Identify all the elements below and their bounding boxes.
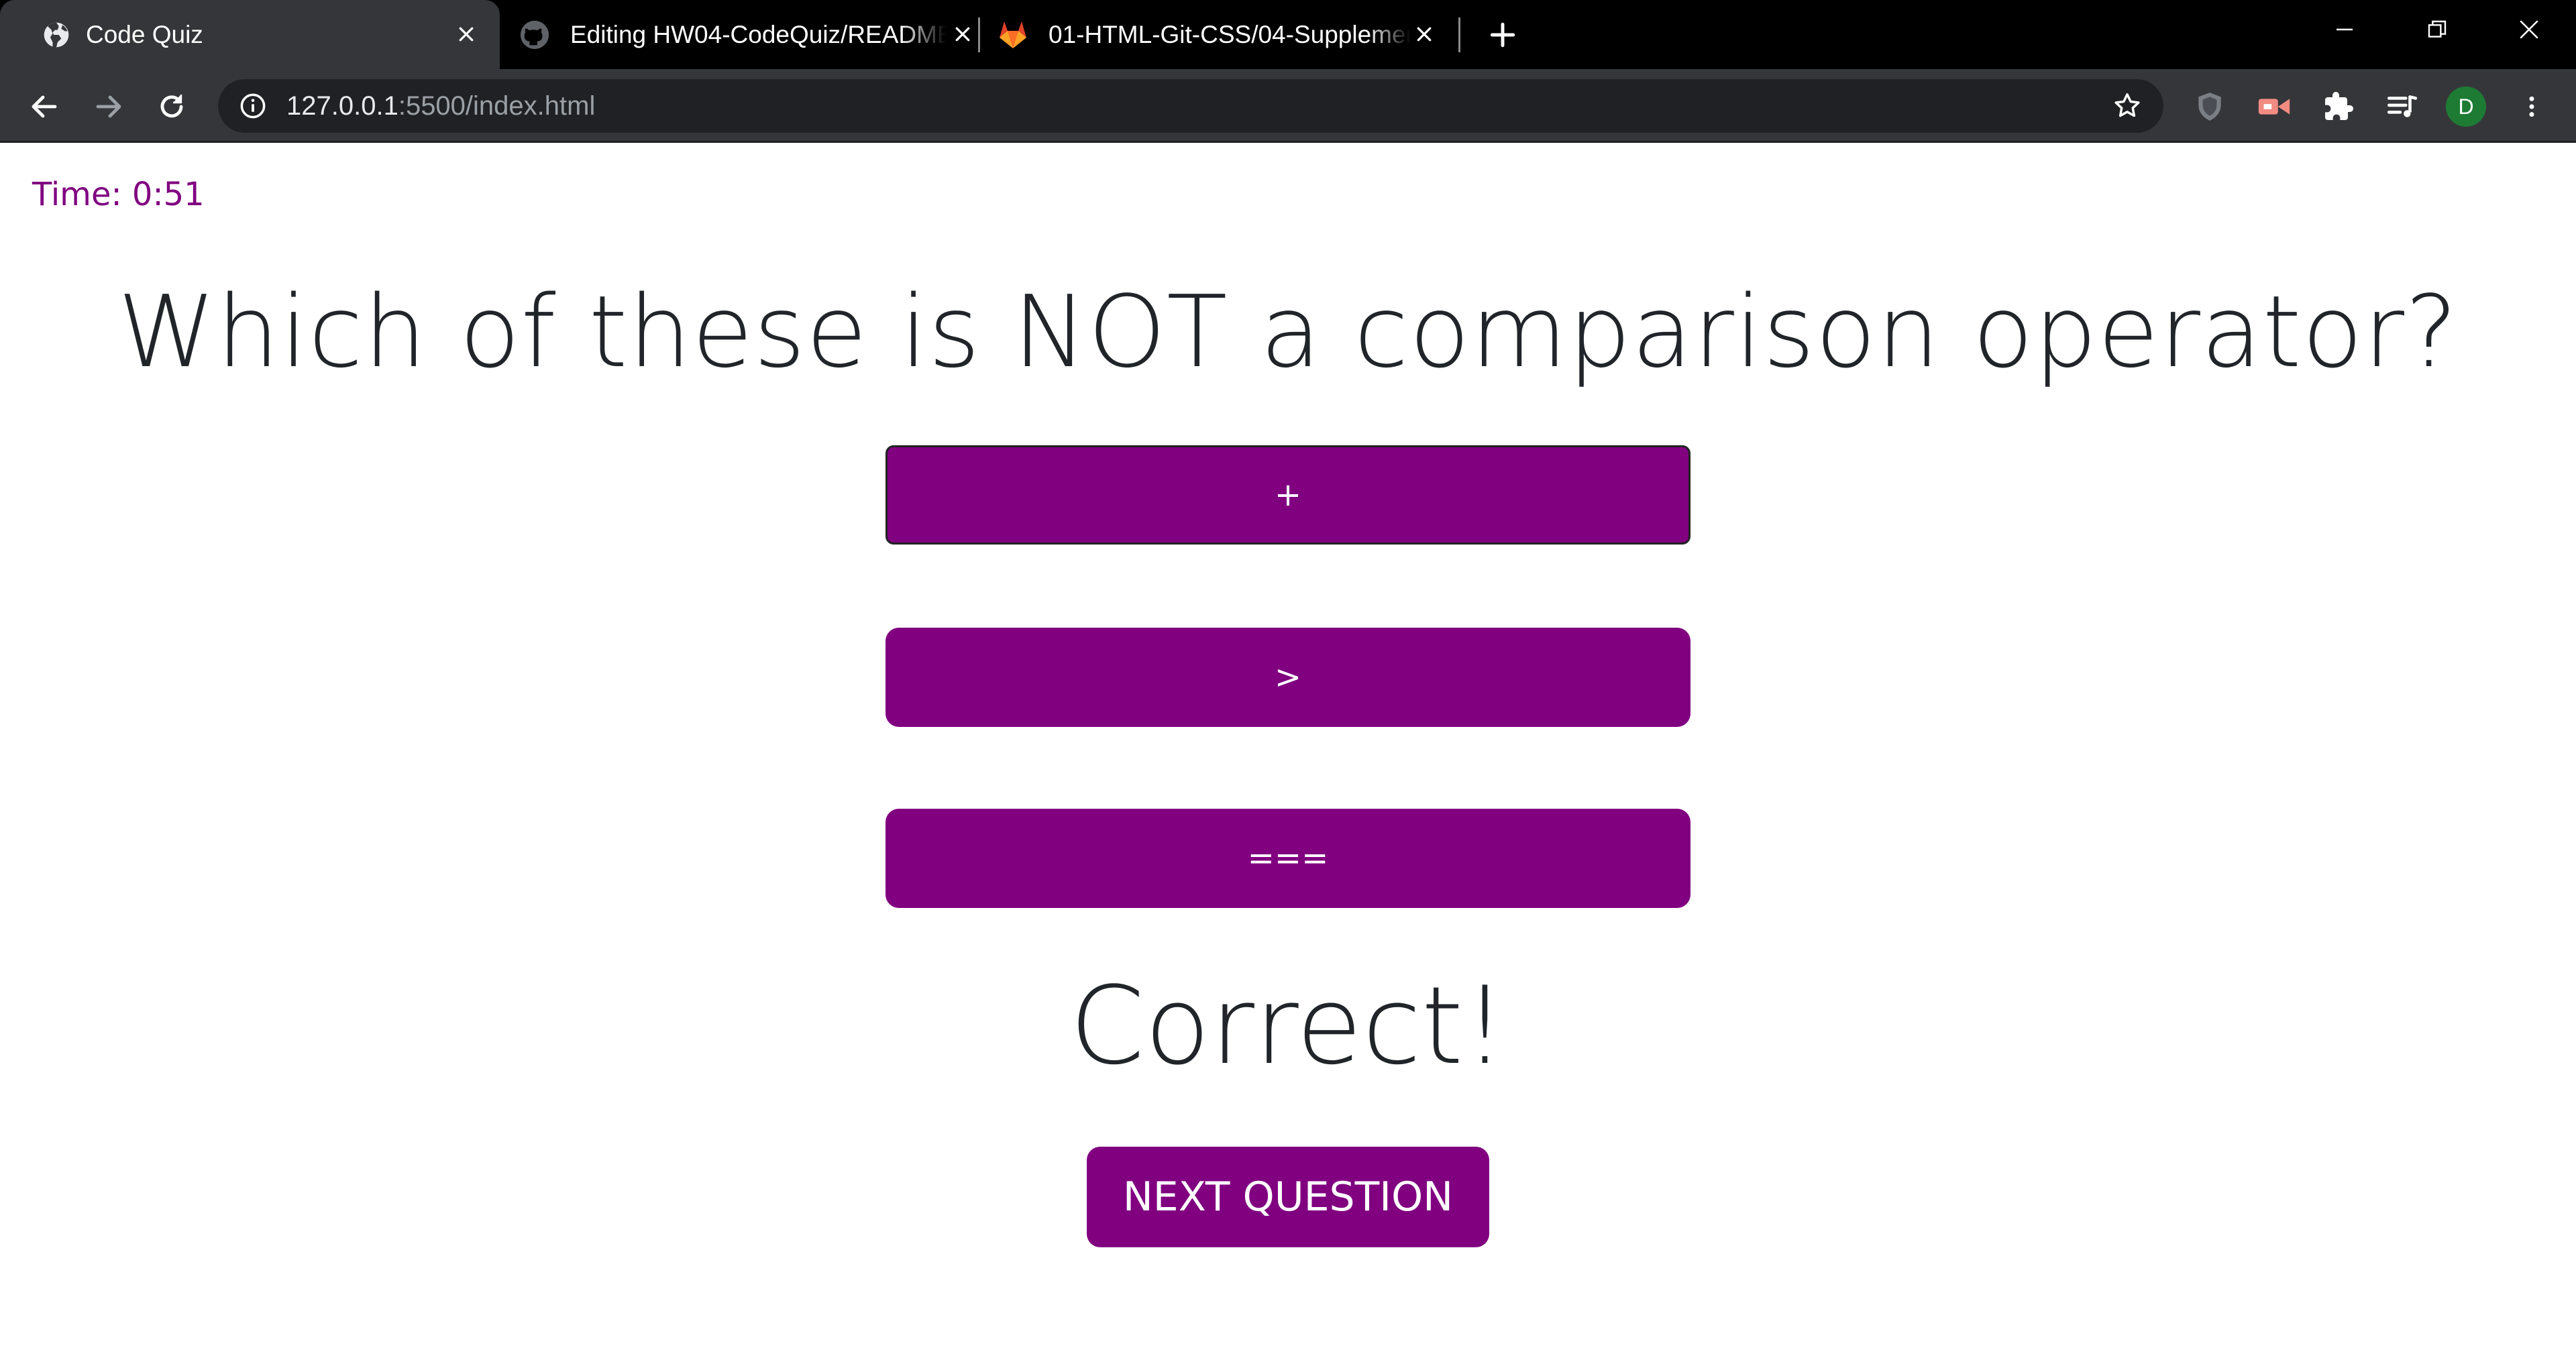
tab-code-quiz[interactable]: Code Quiz: [0, 0, 500, 69]
browser-tab-bar: Code Quiz Editing HW04-CodeQuiz/README.m…: [0, 0, 2576, 69]
profile-avatar[interactable]: D: [2445, 85, 2487, 128]
globe-icon: [40, 19, 72, 51]
extensions-puzzle-icon[interactable]: [2317, 85, 2360, 128]
restore-window-button[interactable]: [2410, 9, 2464, 50]
back-button[interactable]: [23, 85, 66, 128]
answer-button[interactable]: ===: [885, 809, 1690, 908]
new-tab-button[interactable]: [1484, 16, 1521, 54]
url-text: 127.0.0.1:5500/index.html: [286, 91, 596, 121]
close-tab-icon[interactable]: [1407, 17, 1441, 51]
shield-extension-icon[interactable]: [2188, 85, 2231, 128]
site-info-icon[interactable]: [238, 91, 268, 121]
minimize-window-button[interactable]: [2318, 9, 2371, 50]
avatar: D: [2446, 87, 2486, 127]
answer-button[interactable]: >: [885, 628, 1690, 727]
tab-gitlab-supplemental[interactable]: 01-HTML-Git-CSS/04-Supplemental: [978, 0, 1460, 69]
github-icon: [519, 19, 551, 51]
browser-toolbar: 127.0.0.1:5500/index.html D: [0, 69, 2576, 143]
close-tab-icon[interactable]: [449, 17, 483, 51]
answer-button[interactable]: +: [885, 445, 1690, 545]
forward-button[interactable]: [87, 85, 130, 128]
next-question-button[interactable]: NEXT QUESTION: [1087, 1147, 1489, 1247]
tab-separator: [1458, 17, 1460, 52]
tab-title: Code Quiz: [86, 21, 203, 48]
reload-button[interactable]: [150, 85, 193, 128]
bookmark-star-icon[interactable]: [2111, 90, 2143, 122]
media-queue-icon[interactable]: [2380, 85, 2423, 128]
video-extension-icon[interactable]: [2253, 85, 2296, 128]
tab-title: Editing HW04-CodeQuiz/README.md: [570, 21, 946, 48]
close-window-button[interactable]: [2502, 9, 2556, 50]
question-heading: Which of these is NOT a comparison opera…: [117, 274, 2459, 390]
answer-feedback: Correct!: [1069, 963, 1507, 1088]
quiz-timer: Time: 0:51: [32, 176, 205, 213]
address-bar[interactable]: 127.0.0.1:5500/index.html: [218, 79, 2163, 133]
close-tab-icon[interactable]: [946, 17, 979, 51]
browser-menu-icon[interactable]: [2510, 85, 2553, 128]
gitlab-icon: [997, 19, 1029, 51]
tab-github-readme[interactable]: Editing HW04-CodeQuiz/README.md: [500, 0, 978, 69]
tab-title: 01-HTML-Git-CSS/04-Supplemental: [1049, 21, 1411, 48]
